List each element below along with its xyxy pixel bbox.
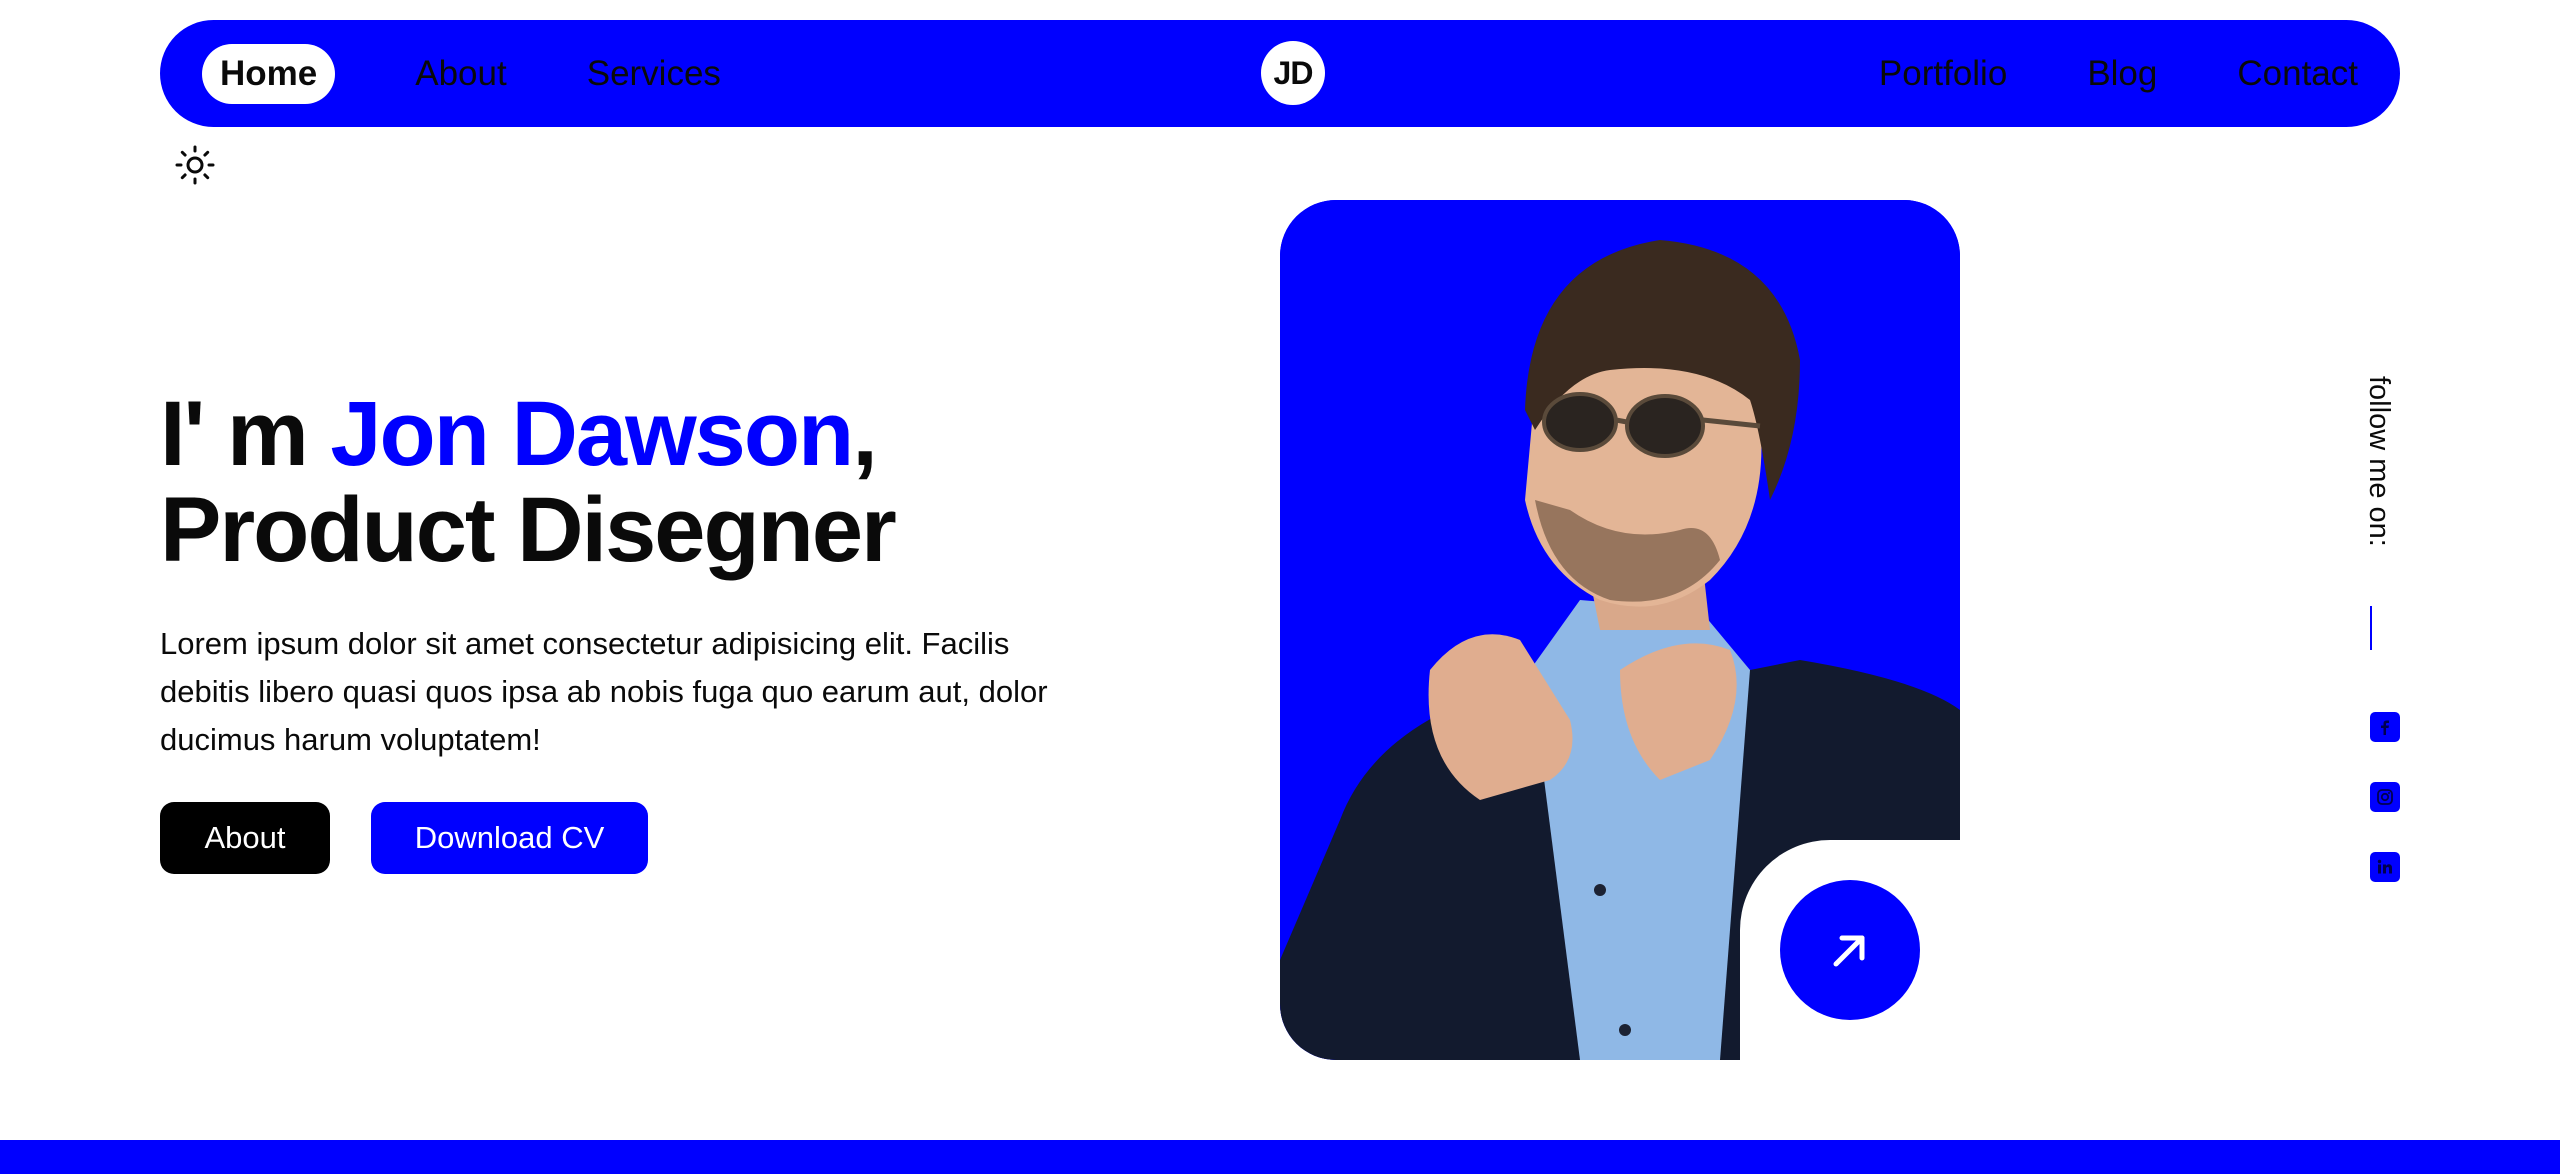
sun-icon [175, 145, 215, 185]
theme-toggle[interactable] [174, 144, 216, 186]
nav-right-group: Portfolio Blog Contact [1879, 20, 2358, 127]
download-cv-button[interactable]: Download CV [371, 802, 648, 874]
linkedin-link[interactable] [2370, 852, 2400, 882]
hero-title-suffix: , [852, 383, 878, 485]
nav-link-contact[interactable]: Contact [2237, 44, 2358, 104]
arrow-up-right-icon [1833, 935, 1865, 967]
navbar: Home About Services JD Portfolio Blog Co… [160, 20, 2400, 127]
cta-arrow-button[interactable] [1780, 880, 1920, 1020]
nav-link-portfolio[interactable]: Portfolio [1879, 44, 2007, 104]
hero-title-prefix: I' m [160, 383, 331, 485]
instagram-link[interactable] [2370, 782, 2400, 812]
facebook-icon [2381, 720, 2389, 735]
bottom-strip [0, 1140, 2560, 1174]
nav-link-blog[interactable]: Blog [2087, 44, 2157, 104]
hero-name: Jon Dawson [330, 383, 854, 485]
hero-description: Lorem ipsum dolor sit amet consectetur a… [160, 626, 1048, 757]
hero-title: I' m Jon Dawson, Product Disegner [160, 383, 897, 581]
linkedin-icon [2377, 859, 2392, 874]
hero-role: Product Disegner [160, 479, 897, 581]
nav-link-home[interactable]: Home [202, 43, 336, 104]
logo[interactable]: JD [1261, 41, 1325, 105]
instagram-icon [2377, 789, 2393, 805]
nav-link-about[interactable]: About [415, 44, 506, 104]
nav-link-services[interactable]: Services [587, 44, 721, 104]
follow-label: follow me on: [2363, 376, 2395, 547]
follow-divider [2370, 606, 2372, 650]
facebook-link[interactable] [2370, 712, 2400, 742]
page: Home About Services JD Portfolio Blog Co… [0, 0, 2560, 1174]
nav-left-group: Home About Services [202, 20, 721, 127]
about-button[interactable]: About [160, 802, 330, 874]
